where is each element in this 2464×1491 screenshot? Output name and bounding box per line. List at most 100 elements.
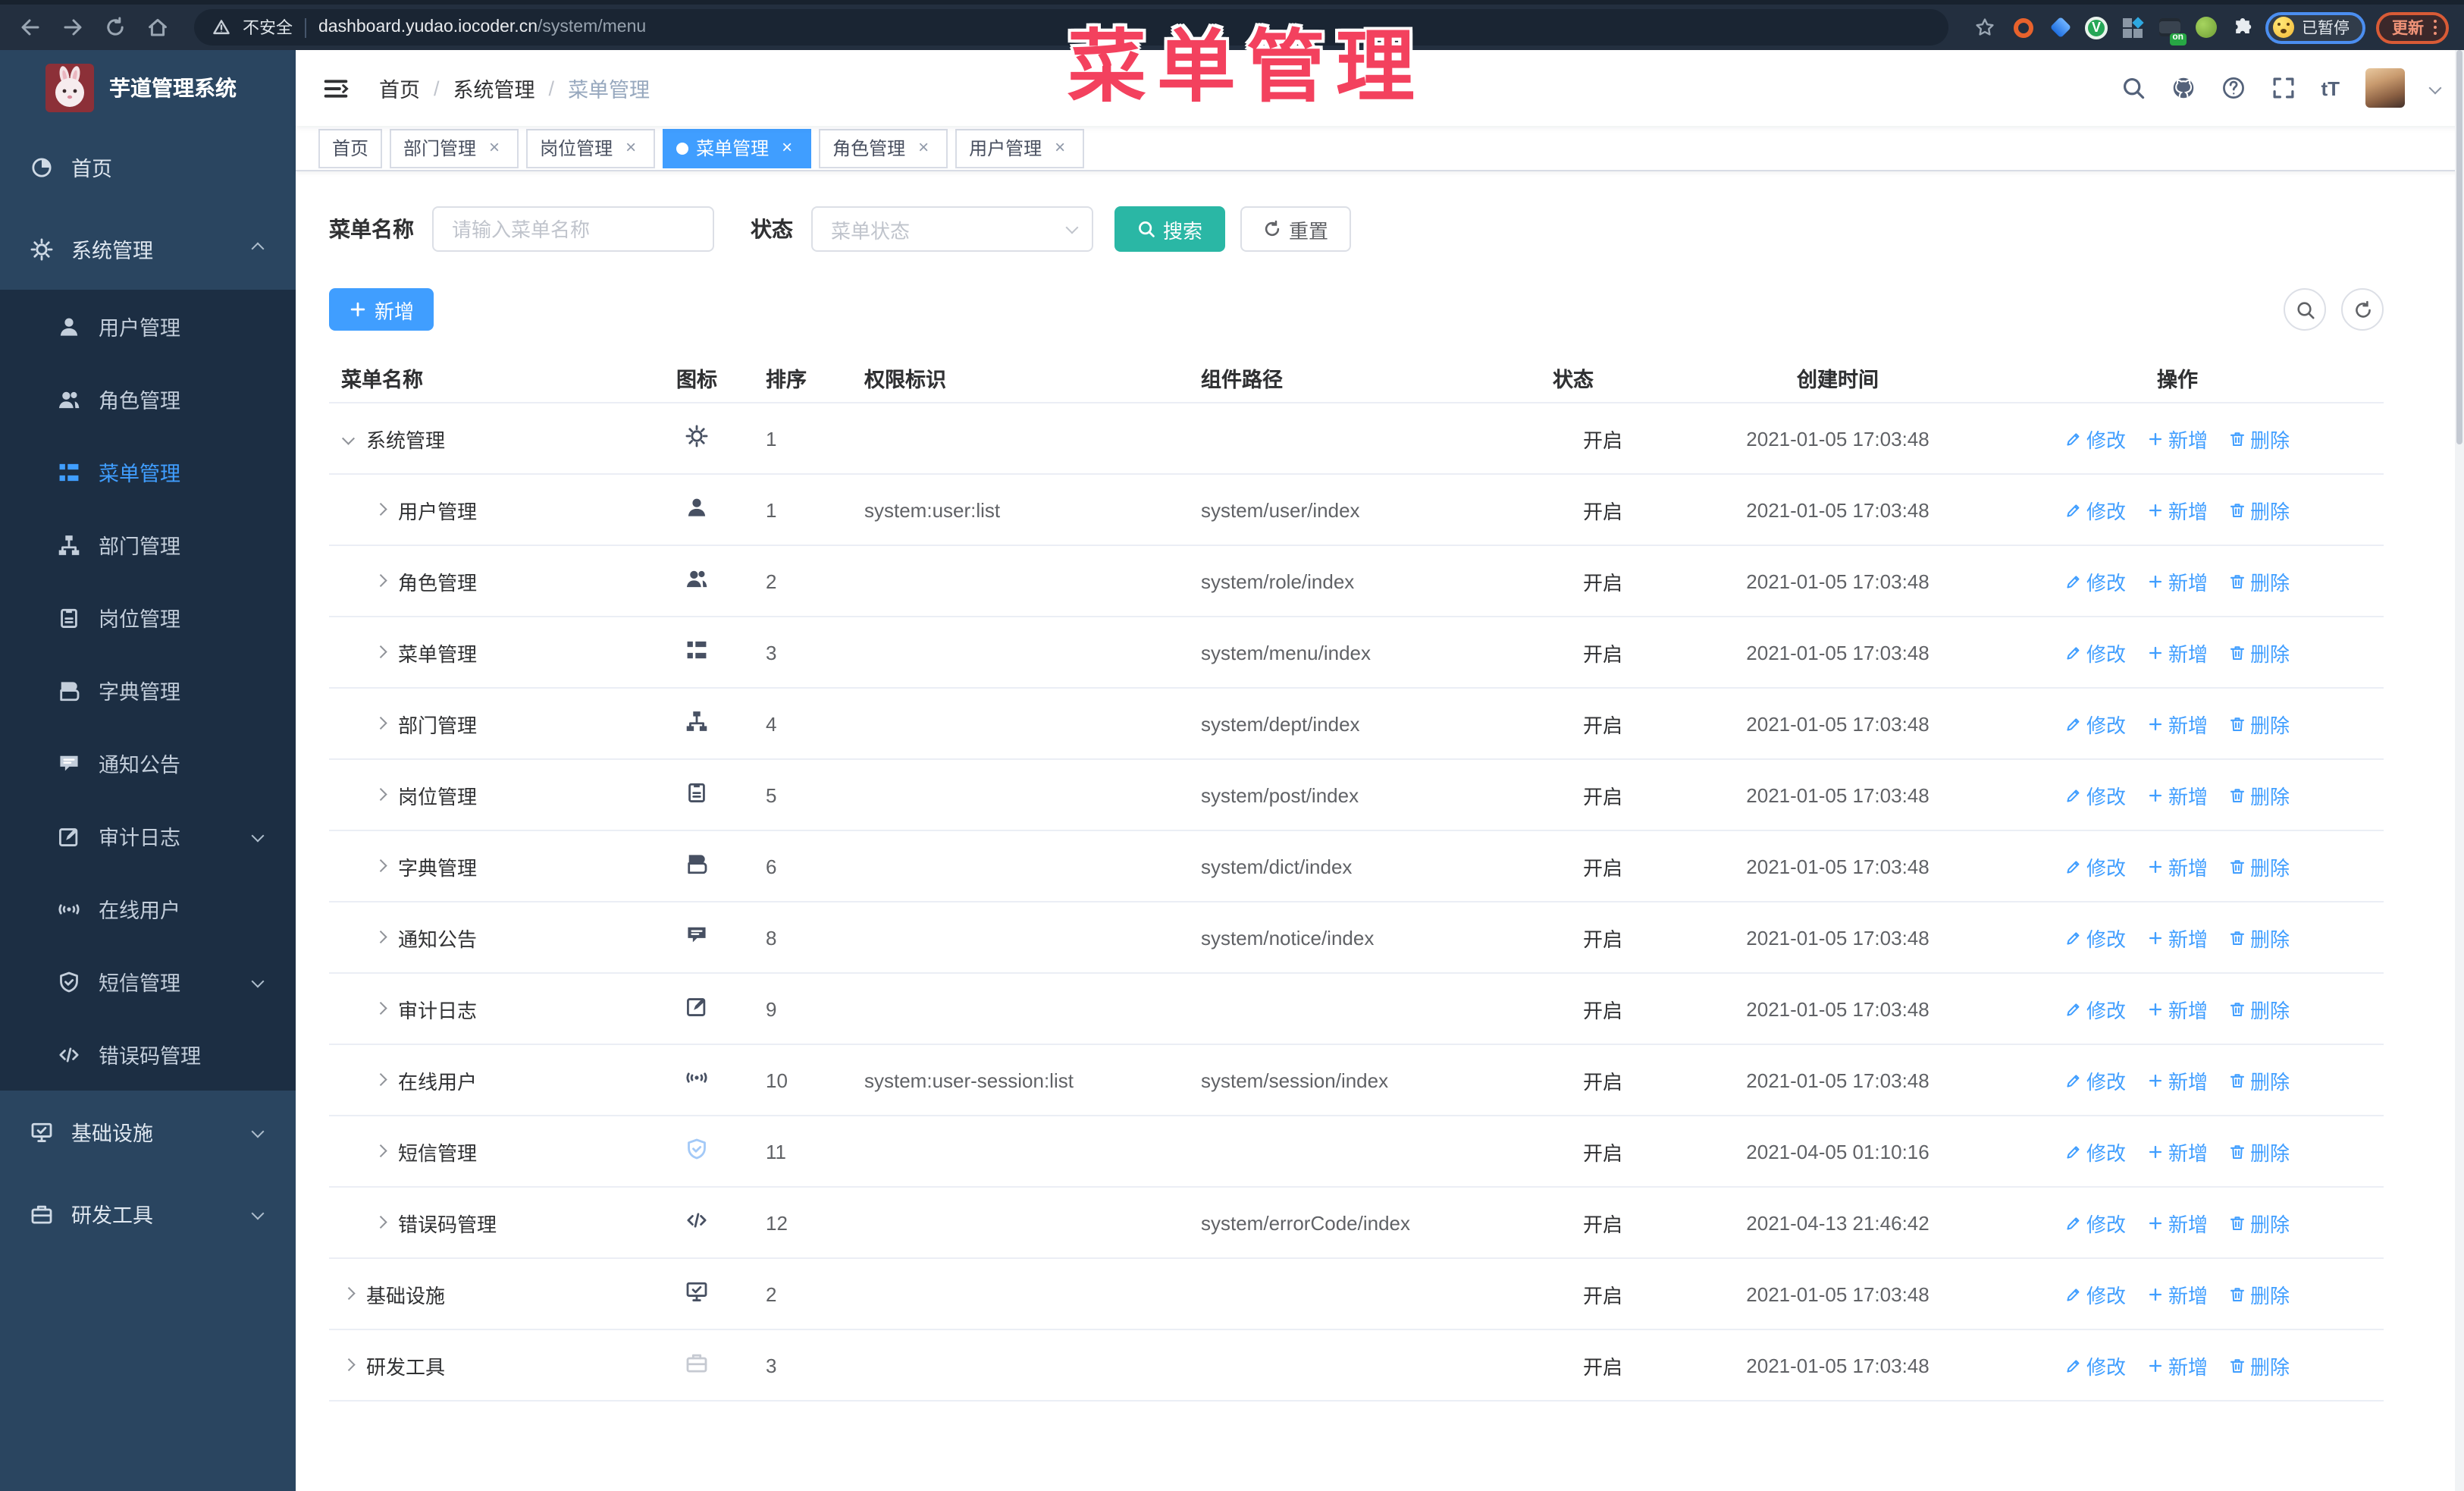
close-icon[interactable]: × bbox=[484, 137, 505, 159]
edit-button[interactable]: 修改 bbox=[2065, 923, 2126, 952]
extension-icon[interactable]: on bbox=[2156, 14, 2187, 45]
add-button[interactable]: 新增 bbox=[329, 288, 434, 331]
edit-button[interactable]: 修改 bbox=[2065, 424, 2126, 453]
show-search-button[interactable] bbox=[2284, 288, 2326, 331]
edit-button[interactable]: 修改 bbox=[2065, 1137, 2126, 1166]
edit-button[interactable]: 修改 bbox=[2065, 994, 2126, 1023]
edit-button[interactable]: 修改 bbox=[2065, 638, 2126, 667]
delete-button[interactable]: 删除 bbox=[2229, 709, 2290, 738]
tab-菜单管理[interactable]: 菜单管理 × bbox=[663, 128, 812, 168]
refresh-button[interactable] bbox=[2341, 288, 2384, 331]
extension-icon[interactable] bbox=[2120, 14, 2146, 40]
expand-right-icon[interactable] bbox=[374, 717, 387, 730]
tab-用户管理[interactable]: 用户管理 × bbox=[955, 128, 1085, 168]
help-icon[interactable] bbox=[2221, 76, 2245, 100]
forward-icon[interactable] bbox=[58, 12, 88, 42]
search-icon[interactable] bbox=[2121, 76, 2145, 100]
sidebar-item-user[interactable]: 用户管理 bbox=[0, 290, 296, 363]
edit-button[interactable]: 修改 bbox=[2065, 1351, 2126, 1380]
close-icon[interactable]: × bbox=[1049, 137, 1071, 159]
sidebar-item-notice[interactable]: 通知公告 bbox=[0, 727, 296, 799]
avatar[interactable] bbox=[2365, 68, 2405, 108]
search-button[interactable]: 搜索 bbox=[1114, 206, 1226, 252]
sidebar-item-gear[interactable]: 系统管理 bbox=[0, 208, 296, 290]
add-button[interactable]: 新增 bbox=[2147, 1066, 2208, 1094]
delete-button[interactable]: 删除 bbox=[2229, 424, 2290, 453]
reload-icon[interactable] bbox=[100, 12, 130, 42]
chevron-down-icon[interactable] bbox=[2428, 81, 2442, 95]
page-scrollbar[interactable] bbox=[2455, 50, 2464, 1491]
add-button[interactable]: 新增 bbox=[2147, 1351, 2208, 1380]
app-logo-row[interactable]: 芋道管理系统 bbox=[0, 50, 296, 126]
github-icon[interactable] bbox=[2171, 76, 2195, 100]
reset-button[interactable]: 重置 bbox=[1240, 206, 1352, 252]
font-size-icon[interactable]: tT bbox=[2321, 77, 2340, 99]
add-button[interactable]: 新增 bbox=[2147, 1208, 2208, 1237]
edit-button[interactable]: 修改 bbox=[2065, 1066, 2126, 1094]
sidebar-item-tool[interactable]: 研发工具 bbox=[0, 1172, 296, 1254]
close-icon[interactable]: × bbox=[776, 137, 798, 159]
add-button[interactable]: 新增 bbox=[2147, 424, 2208, 453]
sidebar-item-users[interactable]: 角色管理 bbox=[0, 363, 296, 435]
expand-right-icon[interactable] bbox=[374, 789, 387, 801]
sidebar-item-infra[interactable]: 基础设施 bbox=[0, 1091, 296, 1172]
delete-button[interactable]: 删除 bbox=[2229, 567, 2290, 595]
tab-岗位管理[interactable]: 岗位管理 × bbox=[526, 128, 656, 168]
menu-name-input[interactable] bbox=[432, 206, 714, 252]
edit-button[interactable]: 修改 bbox=[2065, 852, 2126, 880]
edit-button[interactable]: 修改 bbox=[2065, 1208, 2126, 1237]
sidebar-item-dashboard[interactable]: 首页 bbox=[0, 126, 296, 208]
delete-button[interactable]: 删除 bbox=[2229, 1279, 2290, 1308]
add-button[interactable]: 新增 bbox=[2147, 780, 2208, 809]
add-button[interactable]: 新增 bbox=[2147, 567, 2208, 595]
sidebar-item-tree[interactable]: 部门管理 bbox=[0, 508, 296, 581]
hamburger-icon[interactable] bbox=[317, 69, 355, 107]
expand-right-icon[interactable] bbox=[374, 1216, 387, 1229]
expand-right-icon[interactable] bbox=[374, 931, 387, 943]
delete-button[interactable]: 删除 bbox=[2229, 495, 2290, 524]
sidebar-item-errcode[interactable]: 错误码管理 bbox=[0, 1018, 296, 1091]
edit-button[interactable]: 修改 bbox=[2065, 709, 2126, 738]
status-select[interactable]: 菜单状态 bbox=[811, 206, 1093, 252]
expand-right-icon[interactable] bbox=[374, 575, 387, 587]
add-button[interactable]: 新增 bbox=[2147, 923, 2208, 952]
back-icon[interactable] bbox=[15, 12, 45, 42]
tab-角色管理[interactable]: 角色管理 × bbox=[819, 128, 948, 168]
close-icon[interactable]: × bbox=[913, 137, 934, 159]
add-button[interactable]: 新增 bbox=[2147, 852, 2208, 880]
sidebar-item-online[interactable]: 在线用户 bbox=[0, 872, 296, 945]
delete-button[interactable]: 删除 bbox=[2229, 994, 2290, 1023]
add-button[interactable]: 新增 bbox=[2147, 638, 2208, 667]
edit-button[interactable]: 修改 bbox=[2065, 495, 2126, 524]
sidebar-item-dict[interactable]: 字典管理 bbox=[0, 654, 296, 727]
expand-down-icon[interactable] bbox=[342, 432, 355, 444]
expand-right-icon[interactable] bbox=[374, 1145, 387, 1157]
delete-button[interactable]: 删除 bbox=[2229, 1066, 2290, 1094]
extensions-puzzle-icon[interactable] bbox=[2229, 14, 2255, 40]
expand-right-icon[interactable] bbox=[342, 1359, 355, 1371]
add-button[interactable]: 新增 bbox=[2147, 1279, 2208, 1308]
security-label[interactable]: 不安全 bbox=[243, 15, 293, 39]
extension-icon[interactable] bbox=[2047, 14, 2073, 40]
extension-icon[interactable]: V bbox=[2083, 14, 2109, 40]
browser-update-button[interactable]: 更新 bbox=[2375, 11, 2449, 43]
menu-dots-icon[interactable] bbox=[2433, 19, 2437, 36]
expand-right-icon[interactable] bbox=[374, 1074, 387, 1086]
delete-button[interactable]: 删除 bbox=[2229, 852, 2290, 880]
breadcrumb-system[interactable]: 系统管理 bbox=[453, 73, 535, 103]
sidebar-item-menu[interactable]: 菜单管理 bbox=[0, 435, 296, 508]
tab-首页[interactable]: 首页 bbox=[318, 128, 383, 168]
expand-right-icon[interactable] bbox=[374, 1003, 387, 1015]
sidebar-item-sms[interactable]: 短信管理 bbox=[0, 945, 296, 1018]
tab-部门管理[interactable]: 部门管理 × bbox=[390, 128, 519, 168]
bookmark-star-icon[interactable] bbox=[1970, 12, 2000, 42]
paused-extension-badge[interactable]: 已暂停 bbox=[2265, 11, 2365, 43]
sidebar-item-post[interactable]: 岗位管理 bbox=[0, 581, 296, 654]
sidebar-item-log[interactable]: 审计日志 bbox=[0, 799, 296, 872]
delete-button[interactable]: 删除 bbox=[2229, 923, 2290, 952]
scrollbar-thumb[interactable] bbox=[2456, 50, 2462, 444]
breadcrumb-home[interactable]: 首页 bbox=[379, 73, 420, 103]
delete-button[interactable]: 删除 bbox=[2229, 638, 2290, 667]
extension-icon[interactable] bbox=[2011, 14, 2036, 40]
edit-button[interactable]: 修改 bbox=[2065, 567, 2126, 595]
